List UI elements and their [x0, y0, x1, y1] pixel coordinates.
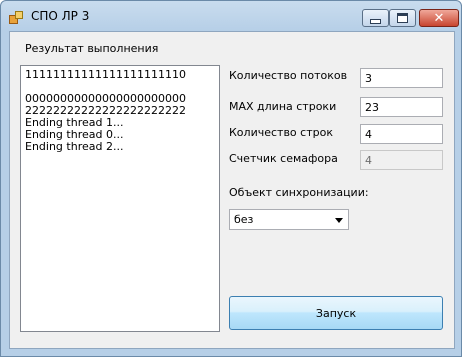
app-window: СПО ЛР 3 ✕ Результат выполнения 11111111… [0, 0, 462, 357]
semaphore-input [360, 150, 443, 170]
result-line: 11111111111111111111110 [25, 68, 186, 81]
close-button[interactable]: ✕ [419, 9, 459, 27]
sync-label: Объект синхронизации: [229, 186, 369, 199]
window-title: СПО ЛР 3 [31, 9, 90, 23]
chevron-down-icon[interactable] [335, 218, 343, 223]
rows-input[interactable] [360, 124, 443, 144]
client-area: Результат выполнения 1111111111111111111… [9, 31, 455, 349]
result-textbox[interactable]: 11111111111111111111110 00000000000000000… [20, 65, 220, 332]
max-length-label: MAX длина строки [229, 100, 337, 113]
threads-label: Количество потоков [229, 69, 348, 82]
close-icon: ✕ [433, 10, 445, 26]
maximize-button[interactable] [389, 9, 416, 27]
maximize-icon [397, 13, 408, 23]
app-icon [9, 11, 23, 24]
max-length-input[interactable] [360, 97, 443, 117]
semaphore-label: Счетчик семафора [229, 152, 338, 165]
minimize-icon [370, 18, 381, 24]
result-line: Ending thread 2... [25, 140, 124, 153]
minimize-button[interactable] [362, 9, 389, 27]
run-button[interactable]: Запуск [229, 296, 443, 330]
sync-selected-value: без [234, 213, 254, 226]
rows-label: Количество строк [229, 126, 333, 139]
title-bar[interactable]: СПО ЛР 3 ✕ [1, 1, 461, 31]
sync-dropdown[interactable]: без [229, 209, 349, 230]
result-label: Результат выполнения [25, 42, 159, 55]
threads-input[interactable] [360, 68, 443, 88]
